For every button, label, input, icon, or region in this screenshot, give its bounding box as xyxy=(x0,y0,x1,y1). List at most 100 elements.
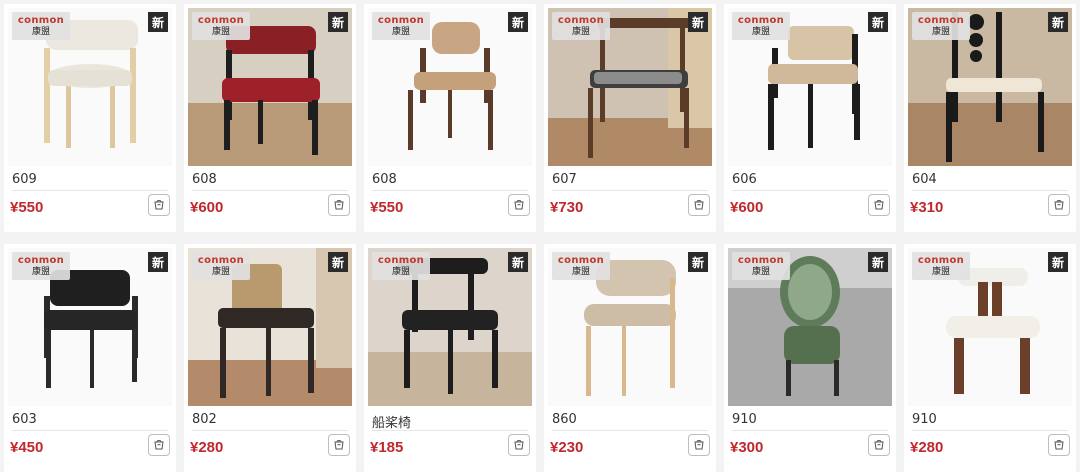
cart-icon xyxy=(514,200,524,210)
product-card[interactable]: conmon 康盟 新 607 ¥730 xyxy=(544,4,716,232)
product-card[interactable]: conmon 康盟 新 609 ¥550 xyxy=(4,4,176,232)
brand-logo: conmon 康盟 xyxy=(552,12,610,40)
product-card[interactable]: conmon 康盟 新 606 ¥600 xyxy=(724,4,896,232)
product-image[interactable]: conmon 康盟 新 xyxy=(908,248,1072,406)
brand-logo-cn: 康盟 xyxy=(211,26,230,37)
add-to-cart-button[interactable] xyxy=(868,194,890,216)
brand-logo-cn: 康盟 xyxy=(211,266,230,277)
new-badge: 新 xyxy=(868,252,888,272)
product-card[interactable]: conmon 康盟 新 船桨椅 ¥185 xyxy=(364,244,536,472)
product-price: ¥600 xyxy=(730,199,764,216)
product-image[interactable]: conmon 康盟 新 xyxy=(8,248,172,406)
product-card[interactable]: conmon 康盟 新 802 ¥280 xyxy=(184,244,356,472)
product-card[interactable]: conmon 康盟 新 910 ¥280 xyxy=(904,244,1076,472)
brand-logo-cn: 康盟 xyxy=(751,26,770,37)
new-badge: 新 xyxy=(688,12,708,32)
add-to-cart-button[interactable] xyxy=(1048,194,1070,216)
cart-icon xyxy=(874,200,884,210)
brand-logo-text: conmon xyxy=(737,14,785,26)
divider xyxy=(372,190,528,191)
brand-logo-text: conmon xyxy=(737,254,785,266)
brand-logo-text: conmon xyxy=(917,14,965,26)
add-to-cart-button[interactable] xyxy=(688,194,710,216)
product-price: ¥730 xyxy=(550,199,584,216)
product-price: ¥600 xyxy=(190,199,224,216)
add-to-cart-button[interactable] xyxy=(148,194,170,216)
brand-logo-text: conmon xyxy=(377,14,425,26)
new-badge: 新 xyxy=(688,252,708,272)
product-name[interactable]: 船桨椅 xyxy=(372,412,411,431)
product-name[interactable]: 802 xyxy=(192,412,217,427)
brand-logo-cn: 康盟 xyxy=(931,26,950,37)
brand-logo: conmon 康盟 xyxy=(732,252,790,280)
divider xyxy=(732,190,888,191)
brand-logo: conmon 康盟 xyxy=(552,252,610,280)
add-to-cart-button[interactable] xyxy=(328,434,350,456)
divider xyxy=(12,430,168,431)
divider xyxy=(732,430,888,431)
product-image[interactable]: conmon 康盟 新 xyxy=(728,8,892,166)
product-image[interactable]: conmon 康盟 新 xyxy=(728,248,892,406)
add-to-cart-button[interactable] xyxy=(508,434,530,456)
cart-icon xyxy=(874,440,884,450)
product-price: ¥185 xyxy=(370,439,404,456)
brand-logo: conmon 康盟 xyxy=(372,252,430,280)
product-image[interactable]: conmon 康盟 新 xyxy=(548,248,712,406)
brand-logo-cn: 康盟 xyxy=(391,26,410,37)
divider xyxy=(192,190,348,191)
product-card[interactable]: conmon 康盟 新 910 ¥300 xyxy=(724,244,896,472)
product-name[interactable]: 604 xyxy=(912,172,937,187)
brand-logo-text: conmon xyxy=(917,254,965,266)
product-name[interactable]: 603 xyxy=(12,412,37,427)
brand-logo-text: conmon xyxy=(557,14,605,26)
product-image[interactable]: conmon 康盟 新 xyxy=(188,8,352,166)
brand-logo-text: conmon xyxy=(197,14,245,26)
product-image[interactable]: conmon 康盟 新 xyxy=(908,8,1072,166)
brand-logo-cn: 康盟 xyxy=(931,266,950,277)
brand-logo: conmon 康盟 xyxy=(192,252,250,280)
add-to-cart-button[interactable] xyxy=(868,434,890,456)
new-badge: 新 xyxy=(1048,252,1068,272)
cart-icon xyxy=(334,440,344,450)
divider xyxy=(12,190,168,191)
product-price: ¥280 xyxy=(190,439,224,456)
product-image[interactable]: conmon 康盟 新 xyxy=(368,8,532,166)
add-to-cart-button[interactable] xyxy=(508,194,530,216)
add-to-cart-button[interactable] xyxy=(328,194,350,216)
product-card[interactable]: conmon 康盟 新 603 ¥450 xyxy=(4,244,176,472)
product-name[interactable]: 910 xyxy=(912,412,937,427)
product-image[interactable]: conmon 康盟 新 xyxy=(8,8,172,166)
product-price: ¥230 xyxy=(550,439,584,456)
brand-logo: conmon 康盟 xyxy=(12,12,70,40)
product-name[interactable]: 607 xyxy=(552,172,577,187)
product-name[interactable]: 606 xyxy=(732,172,757,187)
product-name[interactable]: 910 xyxy=(732,412,757,427)
brand-logo-cn: 康盟 xyxy=(571,266,590,277)
new-badge: 新 xyxy=(1048,12,1068,32)
product-name[interactable]: 608 xyxy=(372,172,397,187)
brand-logo-text: conmon xyxy=(17,254,65,266)
new-badge: 新 xyxy=(868,12,888,32)
product-image[interactable]: conmon 康盟 新 xyxy=(188,248,352,406)
add-to-cart-button[interactable] xyxy=(1048,434,1070,456)
product-name[interactable]: 608 xyxy=(192,172,217,187)
brand-logo: conmon 康盟 xyxy=(372,12,430,40)
product-image[interactable]: conmon 康盟 新 xyxy=(368,248,532,406)
add-to-cart-button[interactable] xyxy=(688,434,710,456)
divider xyxy=(552,430,708,431)
product-image[interactable]: conmon 康盟 新 xyxy=(548,8,712,166)
new-badge: 新 xyxy=(148,12,168,32)
product-card[interactable]: conmon 康盟 新 604 ¥310 xyxy=(904,4,1076,232)
divider xyxy=(372,430,528,431)
product-card[interactable]: conmon 康盟 新 860 ¥230 xyxy=(544,244,716,472)
add-to-cart-button[interactable] xyxy=(148,434,170,456)
product-card[interactable]: conmon 康盟 新 608 ¥600 xyxy=(184,4,356,232)
product-price: ¥550 xyxy=(10,199,44,216)
product-name[interactable]: 609 xyxy=(12,172,37,187)
brand-logo: conmon 康盟 xyxy=(12,252,70,280)
cart-icon xyxy=(334,200,344,210)
product-card[interactable]: conmon 康盟 新 608 ¥550 xyxy=(364,4,536,232)
cart-icon xyxy=(154,200,164,210)
product-name[interactable]: 860 xyxy=(552,412,577,427)
new-badge: 新 xyxy=(148,252,168,272)
